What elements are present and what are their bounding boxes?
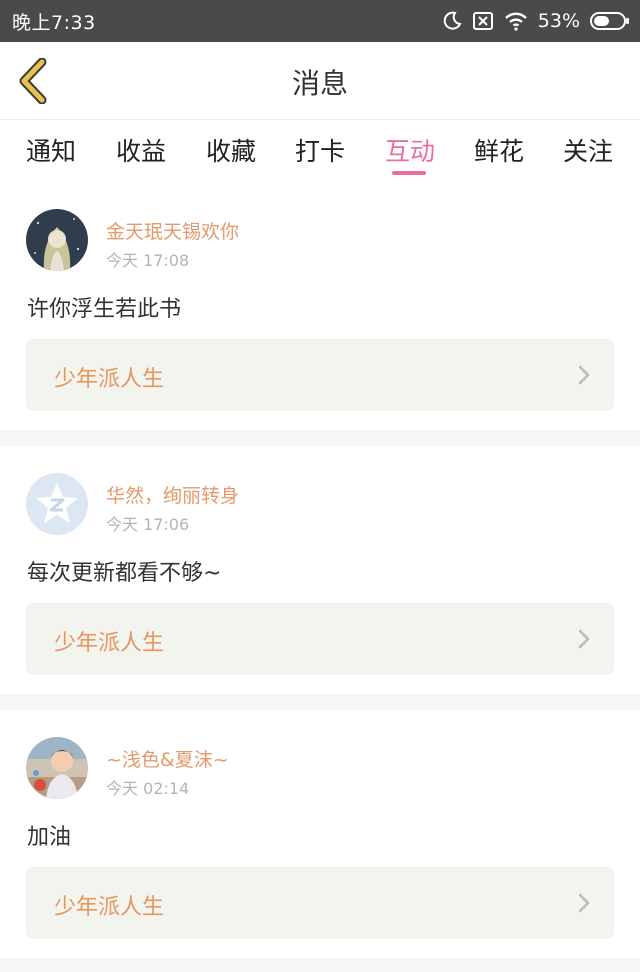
message-text: 许你浮生若此书 bbox=[27, 297, 182, 322]
active-tab-indicator bbox=[392, 171, 426, 175]
nav-header: 消息 bbox=[0, 42, 640, 120]
username[interactable]: 金天珉天锡欢你 bbox=[106, 217, 239, 244]
child-photo-avatar-icon bbox=[26, 737, 88, 799]
message-time: 今天 17:08 bbox=[106, 251, 190, 270]
status-icons: 53% bbox=[442, 8, 630, 34]
tab-favorites[interactable]: 收藏 bbox=[206, 132, 256, 168]
book-title: 少年派人生 bbox=[54, 367, 165, 392]
message-card: 华然，绚丽转身 今天 17:06 每次更新都看不够~ 少年派人生 bbox=[0, 446, 640, 694]
message-text: 加油 bbox=[27, 825, 72, 850]
avatar[interactable] bbox=[26, 737, 88, 799]
username[interactable]: 华然，绚丽转身 bbox=[106, 481, 239, 508]
tab-check-in[interactable]: 打卡 bbox=[295, 132, 345, 168]
book-link[interactable]: 少年派人生 bbox=[26, 867, 614, 939]
message-time: 今天 02:14 bbox=[106, 779, 190, 798]
tab-interaction[interactable]: 互动 bbox=[385, 132, 435, 168]
no-sim-icon bbox=[472, 12, 493, 30]
message-text: 每次更新都看不够~ bbox=[27, 561, 222, 586]
wifi-icon bbox=[504, 12, 527, 31]
book-link[interactable]: 少年派人生 bbox=[26, 339, 614, 411]
message-time: 今天 17:06 bbox=[106, 515, 190, 534]
book-title: 少年派人生 bbox=[54, 895, 165, 920]
book-title: 少年派人生 bbox=[54, 631, 165, 656]
tab-earnings[interactable]: 收益 bbox=[116, 132, 166, 168]
tab-following[interactable]: 关注 bbox=[563, 132, 613, 168]
default-star-avatar-icon bbox=[26, 473, 88, 535]
chevron-right-icon bbox=[578, 365, 590, 385]
status-bar: 晚上7:33 53% bbox=[0, 0, 640, 42]
moon-icon bbox=[443, 11, 462, 30]
chevron-right-icon bbox=[578, 629, 590, 649]
tab-notifications[interactable]: 通知 bbox=[26, 132, 76, 168]
status-time: 晚上7:33 bbox=[12, 12, 96, 34]
chevron-right-icon bbox=[578, 893, 590, 913]
book-link[interactable]: 少年派人生 bbox=[26, 603, 614, 675]
battery-icon bbox=[590, 12, 629, 30]
page-title: 消息 bbox=[291, 67, 348, 100]
tab-flowers[interactable]: 鲜花 bbox=[474, 132, 524, 168]
username[interactable]: ~浅色&夏沫~ bbox=[106, 745, 229, 772]
avatar[interactable] bbox=[26, 473, 88, 535]
illustrated-girl-avatar-icon bbox=[26, 209, 88, 271]
avatar[interactable] bbox=[26, 209, 88, 271]
message-card: ~浅色&夏沫~ 今天 02:14 加油 少年派人生 bbox=[0, 710, 640, 958]
message-card: 金天珉天锡欢你 今天 17:08 许你浮生若此书 少年派人生 bbox=[0, 180, 640, 430]
battery-percentage: 53% bbox=[537, 10, 580, 32]
tab-bar: 通知 收益 收藏 打卡 互动 鲜花 关注 bbox=[0, 120, 640, 180]
